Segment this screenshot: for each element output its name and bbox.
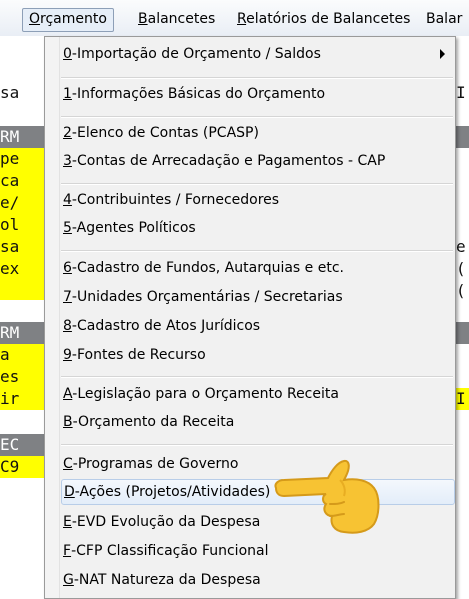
bg-text: ir xyxy=(0,389,20,408)
menu-item-label: -Ações (Projetos/Atividades) xyxy=(74,484,271,500)
bg-text: C9 xyxy=(0,457,20,476)
gray-strip xyxy=(456,126,469,148)
menu-orcamento-hotkey: O xyxy=(29,11,41,27)
menu-item-label: -Informações Básicas do Orçamento xyxy=(71,86,326,102)
menu-orcamento-label: rçamento xyxy=(40,11,107,27)
bg-text: a xyxy=(0,345,10,364)
bg-text: ca xyxy=(0,171,20,190)
menu-item-contas-arrecadacao[interactable]: 3-Contas de Arrecadação e Pagamentos - C… xyxy=(61,148,453,174)
menu-item-label: -Orçamento da Receita xyxy=(72,414,235,430)
menu-item-hotkey: 3 xyxy=(63,153,72,169)
menu-item-informacoes-basicas[interactable]: 1-Informações Básicas do Orçamento xyxy=(61,81,453,107)
menu-item-hotkey: F xyxy=(63,543,72,559)
menu-item-legislacao[interactable]: A-Legislação para o Orçamento Receita xyxy=(61,381,453,407)
menu-item-hotkey: 0 xyxy=(63,46,72,62)
bg-text: ( xyxy=(456,259,466,278)
bg-text: ex xyxy=(0,259,20,278)
menu-relatorios-balancetes[interactable]: Relatórios de Balancetes xyxy=(231,8,416,30)
menu-balancetes[interactable]: Balancetes xyxy=(132,8,221,30)
menu-item-programas-governo[interactable]: C-Programas de Governo xyxy=(61,451,453,477)
menu-balancetes-truncated[interactable]: Balar xyxy=(420,8,468,30)
menu-item-hotkey: 4 xyxy=(63,192,72,208)
pointing-hand-icon xyxy=(274,459,380,534)
menu-item-label: -Cadastro de Atos Jurídicos xyxy=(71,318,261,334)
menu-bar: Orçamento Balancetes Relatórios de Balan… xyxy=(0,0,469,37)
menu-separator xyxy=(61,77,453,79)
bg-text: sa xyxy=(0,237,20,256)
bg-text: RM xyxy=(0,323,20,342)
bg-text: sa xyxy=(0,83,20,102)
background-window-left: sa RM pe ca e/ ol sa ex RM a es ir EC C9 xyxy=(0,36,44,599)
menu-item-label: -Fontes de Recurso xyxy=(71,347,206,363)
menu-item-hotkey: E xyxy=(63,514,72,530)
menu-relatorios-hotkey: R xyxy=(237,11,247,27)
menu-item-label: -Importação de Orçamento / Saldos xyxy=(71,46,321,62)
menu-separator xyxy=(61,444,453,446)
menu-item-hotkey: D xyxy=(64,484,75,500)
menu-item-hotkey: A xyxy=(63,386,73,402)
menu-separator xyxy=(61,250,453,252)
menu-orcamento[interactable]: Orçamento xyxy=(22,8,114,32)
menu-item-contribuintes[interactable]: 4-Contribuintes / Fornecedores xyxy=(61,187,453,213)
menu-item-label: -Programas de Governo xyxy=(72,456,239,472)
menu-item-hotkey: G xyxy=(63,572,74,588)
menu-item-label: -Elenco de Contas (PCASP) xyxy=(71,125,259,141)
menu-item-elenco-contas[interactable]: 2-Elenco de Contas (PCASP) xyxy=(61,120,453,146)
menu-separator xyxy=(61,116,453,118)
menu-item-importacao[interactable]: 0-Importação de Orçamento / Saldos xyxy=(61,41,453,67)
menu-item-label: -Contas de Arrecadação e Pagamentos - CA… xyxy=(71,153,386,169)
menu-separator xyxy=(61,183,453,185)
menu-balancetes-label: alancetes xyxy=(147,11,216,27)
menu-item-fontes-recurso[interactable]: 9-Fontes de Recurso xyxy=(61,342,453,368)
menu-item-hotkey: 1 xyxy=(63,86,72,102)
menu-item-evd-evolucao[interactable]: E-EVD Evolução da Despesa xyxy=(61,509,453,535)
menu-icon-gutter xyxy=(45,37,60,598)
menu-item-hotkey: C xyxy=(63,456,73,472)
menu-item-label: -Agentes Políticos xyxy=(71,220,196,236)
menu-item-label: -CFP Classificação Funcional xyxy=(71,543,269,559)
menu-item-hotkey: 9 xyxy=(63,347,72,363)
menu-item-label: -Cadastro de Fundos, Autarquias e etc. xyxy=(71,260,344,276)
menu-item-atos-juridicos[interactable]: 8-Cadastro de Atos Jurídicos xyxy=(61,313,453,339)
menu-separator xyxy=(61,376,453,378)
bg-text: I xyxy=(456,389,466,408)
bg-text: ( xyxy=(456,281,466,300)
menu-item-hotkey: 5 xyxy=(63,220,72,236)
menu-balancetes-hotkey: B xyxy=(138,11,148,27)
bg-text: ol xyxy=(0,215,20,234)
bg-text: pe xyxy=(0,149,20,168)
menu-item-cfp-classificacao[interactable]: F-CFP Classificação Funcional xyxy=(61,538,453,564)
bg-text: EC xyxy=(0,435,20,454)
menu-truncated-label: Balar xyxy=(426,11,463,27)
menu-item-hotkey: 6 xyxy=(63,260,72,276)
menu-item-label: -Unidades Orçamentárias / Secretarias xyxy=(71,289,343,305)
orcamento-dropdown-menu: 0-Importação de Orçamento / Saldos 1-Inf… xyxy=(44,36,456,599)
background-window-right: I e ( ( I xyxy=(456,36,469,599)
bg-text: RM xyxy=(0,127,20,146)
bg-text: e/ xyxy=(0,193,20,212)
menu-item-label: -EVD Evolução da Despesa xyxy=(71,514,261,530)
bg-text: es xyxy=(0,367,20,386)
submenu-arrow-icon xyxy=(440,49,445,59)
menu-item-unidades-orcamentarias[interactable]: 7-Unidades Orçamentárias / Secretarias xyxy=(61,284,453,310)
menu-item-label: -NAT Natureza da Despesa xyxy=(73,572,261,588)
menu-item-nat-natureza[interactable]: G-NAT Natureza da Despesa xyxy=(61,567,453,593)
bg-text: I xyxy=(456,83,466,102)
bg-text: e xyxy=(456,237,466,256)
menu-item-orcamento-receita[interactable]: B-Orçamento da Receita xyxy=(61,409,453,435)
menu-item-hotkey: B xyxy=(63,414,73,430)
menu-item-label: -Contribuintes / Fornecedores xyxy=(71,192,280,208)
menu-item-agentes-politicos[interactable]: 5-Agentes Políticos xyxy=(61,215,453,241)
menu-item-label: -Legislação para o Orçamento Receita xyxy=(72,386,339,402)
menu-item-cadastro-fundos[interactable]: 6-Cadastro de Fundos, Autarquias e etc. xyxy=(61,255,453,281)
menu-relatorios-label: elatórios de Balancetes xyxy=(246,11,411,27)
menu-item-hotkey: 2 xyxy=(63,125,72,141)
menu-item-hotkey: 8 xyxy=(63,318,72,334)
menu-item-hotkey: 7 xyxy=(63,289,72,305)
gray-strip xyxy=(456,322,469,344)
menu-item-acoes[interactable]: D-Ações (Projetos/Atividades) xyxy=(61,479,455,505)
